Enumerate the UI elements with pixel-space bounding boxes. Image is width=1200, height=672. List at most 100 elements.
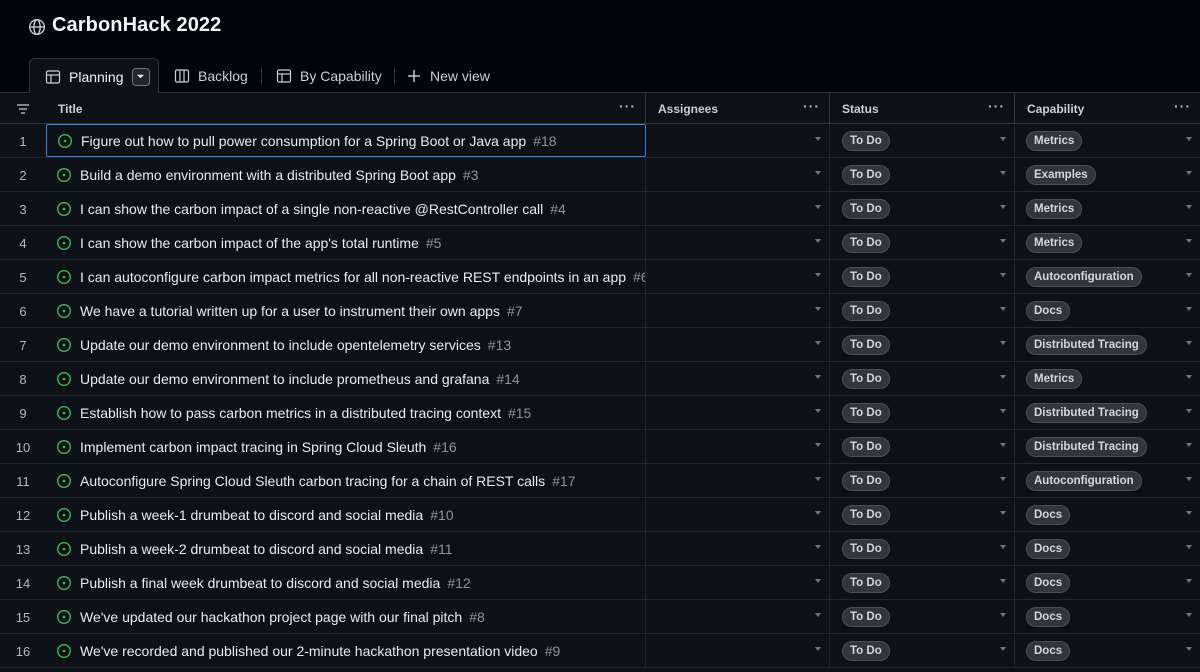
column-header-capability[interactable]: Capability ···	[1015, 93, 1200, 124]
issue-title-link[interactable]: Publish a final week drumbeat to discord…	[80, 575, 440, 591]
assignees-cell[interactable]	[646, 634, 830, 668]
chevron-down-icon[interactable]	[1186, 613, 1192, 617]
status-cell[interactable]: To Do	[830, 566, 1015, 600]
chevron-down-icon[interactable]	[815, 375, 821, 379]
title-cell[interactable]: Establish how to pass carbon metrics in …	[46, 396, 646, 430]
chevron-down-icon[interactable]	[1186, 307, 1192, 311]
capability-cell[interactable]: Docs	[1015, 634, 1200, 668]
table-row[interactable]: 2 Build a demo environment with a distrib…	[0, 158, 1200, 192]
issue-title-link[interactable]: We've recorded and published our 2-minut…	[80, 643, 538, 659]
chevron-down-icon[interactable]	[815, 307, 821, 311]
table-row[interactable]: 15 We've updated our hackathon project pa…	[0, 600, 1200, 634]
status-cell[interactable]: To Do	[830, 634, 1015, 668]
title-cell[interactable]: Publish a week-2 drumbeat to discord and…	[46, 532, 646, 566]
issue-title-link[interactable]: Update our demo environment to include p…	[80, 371, 489, 387]
issue-title-link[interactable]: Figure out how to pull power consumption…	[81, 133, 526, 149]
chevron-down-icon[interactable]	[815, 477, 821, 481]
issue-title-link[interactable]: Autoconfigure Spring Cloud Sleuth carbon…	[80, 473, 545, 489]
capability-cell[interactable]: Metrics	[1015, 362, 1200, 396]
capability-cell[interactable]: Docs	[1015, 498, 1200, 532]
chevron-down-icon[interactable]	[1186, 375, 1192, 379]
chevron-down-icon[interactable]	[1000, 307, 1006, 311]
table-row[interactable]: 5 I can autoconfigure carbon impact metri…	[0, 260, 1200, 294]
chevron-down-icon[interactable]	[1186, 477, 1192, 481]
table-row[interactable]: 7 Update our demo environment to include …	[0, 328, 1200, 362]
capability-cell[interactable]: Metrics	[1015, 124, 1200, 158]
capability-cell[interactable]: Docs	[1015, 532, 1200, 566]
issue-title-link[interactable]: I can autoconfigure carbon impact metric…	[80, 269, 626, 285]
chevron-down-icon[interactable]	[815, 341, 821, 345]
chevron-down-icon[interactable]	[1000, 273, 1006, 277]
capability-cell[interactable]: Docs	[1015, 294, 1200, 328]
chevron-down-icon[interactable]	[1000, 579, 1006, 583]
chevron-down-icon[interactable]	[1186, 443, 1192, 447]
capability-cell[interactable]: Docs	[1015, 566, 1200, 600]
issue-title-link[interactable]: We have a tutorial written up for a user…	[80, 303, 500, 319]
table-row[interactable]: 1 Figure out how to pull power consumptio…	[0, 124, 1200, 158]
chevron-down-icon[interactable]	[815, 137, 821, 141]
status-cell[interactable]: To Do	[830, 226, 1015, 260]
chevron-down-icon[interactable]	[815, 613, 821, 617]
status-cell[interactable]: To Do	[830, 362, 1015, 396]
table-row[interactable]: 16 We've recorded and published our 2-min…	[0, 634, 1200, 668]
chevron-down-icon[interactable]	[815, 409, 821, 413]
chevron-down-icon[interactable]	[1000, 171, 1006, 175]
assignees-cell[interactable]	[646, 328, 830, 362]
title-cell[interactable]: Update our demo environment to include o…	[46, 328, 646, 362]
capability-cell[interactable]: Distributed Tracing	[1015, 430, 1200, 464]
title-cell[interactable]: Autoconfigure Spring Cloud Sleuth carbon…	[46, 464, 646, 498]
issue-title-link[interactable]: Build a demo environment with a distribu…	[80, 167, 456, 183]
assignees-cell[interactable]	[646, 226, 830, 260]
chevron-down-icon[interactable]	[815, 171, 821, 175]
status-cell[interactable]: To Do	[830, 294, 1015, 328]
status-cell[interactable]: To Do	[830, 430, 1015, 464]
assignees-cell[interactable]	[646, 498, 830, 532]
assignees-cell[interactable]	[646, 192, 830, 226]
chevron-down-icon[interactable]	[1000, 613, 1006, 617]
tab-planning[interactable]: Planning	[29, 58, 159, 94]
capability-cell[interactable]: Distributed Tracing	[1015, 328, 1200, 362]
chevron-down-icon[interactable]	[1000, 443, 1006, 447]
title-cell[interactable]: Publish a week-1 drumbeat to discord and…	[46, 498, 646, 532]
assignees-cell[interactable]	[646, 294, 830, 328]
kebab-icon[interactable]: ···	[619, 99, 635, 115]
title-cell[interactable]: I can autoconfigure carbon impact metric…	[46, 260, 646, 294]
status-cell[interactable]: To Do	[830, 124, 1015, 158]
assignees-cell[interactable]	[646, 600, 830, 634]
status-cell[interactable]: To Do	[830, 464, 1015, 498]
status-cell[interactable]: To Do	[830, 192, 1015, 226]
chevron-down-icon[interactable]	[815, 545, 821, 549]
table-row[interactable]: 11 Autoconfigure Spring Cloud Sleuth carb…	[0, 464, 1200, 498]
title-cell[interactable]: I can show the carbon impact of a single…	[46, 192, 646, 226]
title-cell[interactable]: Publish a final week drumbeat to discord…	[46, 566, 646, 600]
chevron-down-icon[interactable]	[1186, 579, 1192, 583]
chevron-down-icon[interactable]	[1000, 239, 1006, 243]
assignees-cell[interactable]	[646, 464, 830, 498]
new-view-button[interactable]: New view	[406, 58, 490, 93]
status-cell[interactable]: To Do	[830, 396, 1015, 430]
issue-title-link[interactable]: I can show the carbon impact of the app'…	[80, 235, 419, 251]
chevron-down-icon[interactable]	[1000, 477, 1006, 481]
chevron-down-icon[interactable]	[1186, 341, 1192, 345]
table-row[interactable]: 10 Implement carbon impact tracing in Spr…	[0, 430, 1200, 464]
issue-title-link[interactable]: Publish a week-2 drumbeat to discord and…	[80, 541, 423, 557]
title-cell[interactable]: Implement carbon impact tracing in Sprin…	[46, 430, 646, 464]
capability-cell[interactable]: Distributed Tracing	[1015, 396, 1200, 430]
chevron-down-icon[interactable]	[1000, 409, 1006, 413]
issue-title-link[interactable]: I can show the carbon impact of a single…	[80, 201, 543, 217]
title-cell[interactable]: I can show the carbon impact of the app'…	[46, 226, 646, 260]
chevron-down-icon[interactable]	[1186, 205, 1192, 209]
assignees-cell[interactable]	[646, 158, 830, 192]
assignees-cell[interactable]	[646, 532, 830, 566]
chevron-down-icon[interactable]	[815, 579, 821, 583]
table-row[interactable]: 8 Update our demo environment to include …	[0, 362, 1200, 396]
title-cell[interactable]: Figure out how to pull power consumption…	[46, 124, 646, 157]
status-cell[interactable]: To Do	[830, 328, 1015, 362]
title-cell[interactable]: We've recorded and published our 2-minut…	[46, 634, 646, 668]
chevron-down-icon[interactable]	[1186, 409, 1192, 413]
column-header-status[interactable]: Status ···	[830, 93, 1015, 124]
title-cell[interactable]: We've updated our hackathon project page…	[46, 600, 646, 634]
chevron-down-icon[interactable]	[1186, 171, 1192, 175]
chevron-down-icon[interactable]	[1000, 511, 1006, 515]
chevron-down-icon[interactable]	[815, 273, 821, 277]
